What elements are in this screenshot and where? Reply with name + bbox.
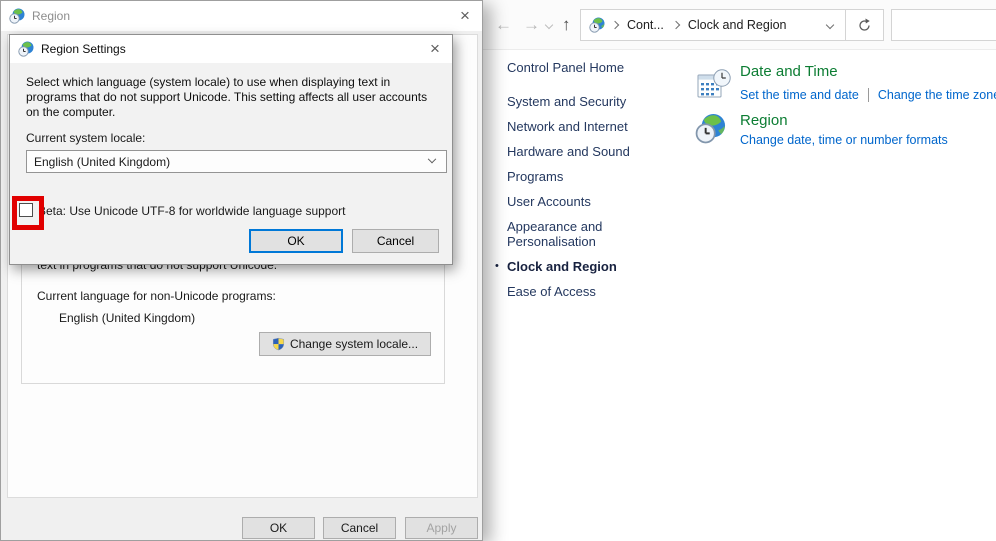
nav-programs[interactable]: Programs [507, 169, 659, 184]
explorer-toolbar: ← → ↑ Cont... Clock and Region [483, 0, 996, 50]
active-bullet-icon: • [495, 259, 499, 274]
region-settings-titlebar: Region Settings × [10, 35, 452, 63]
region-ok-button[interactable]: OK [242, 517, 315, 539]
region-settings-title: Region Settings [41, 42, 126, 56]
change-system-locale-label: Change system locale... [290, 337, 418, 351]
nav-hardware-and-sound[interactable]: Hardware and Sound [507, 144, 659, 159]
search-box[interactable] [891, 9, 996, 41]
back-icon[interactable]: ← [495, 13, 512, 37]
control-panel-nav: Control Panel Home System and Security N… [507, 60, 659, 309]
breadcrumb-root[interactable]: Cont... [623, 18, 668, 32]
region-settings-dialog: Region Settings × Select which language … [9, 34, 453, 265]
region-dialog: Region × text in programs that do not su… [0, 0, 483, 541]
forward-icon[interactable]: → [523, 13, 540, 37]
control-panel-icon [589, 17, 605, 33]
region-apply-button: Apply [405, 517, 478, 539]
region-settings-ok-button[interactable]: OK [249, 229, 343, 253]
nav-ease-of-access[interactable]: Ease of Access [507, 284, 659, 299]
up-icon[interactable]: ↑ [562, 13, 571, 37]
region-dialog-titlebar: Region × [1, 1, 482, 31]
section-region-title[interactable]: Region [740, 112, 788, 129]
breadcrumb-chevron-icon[interactable] [611, 21, 619, 29]
region-globe-icon [9, 8, 25, 24]
utf8-beta-checkbox[interactable] [19, 203, 33, 217]
region-icon[interactable] [695, 113, 726, 147]
region-settings-body: Select which language (system locale) to… [10, 63, 452, 264]
nav-clock-and-region[interactable]: • Clock and Region [507, 259, 659, 274]
nav-network-and-internet[interactable]: Network and Internet [507, 119, 659, 134]
region-cancel-button[interactable]: Cancel [323, 517, 396, 539]
link-change-time-zone[interactable]: Change the time zone [878, 88, 996, 102]
system-locale-dropdown[interactable]: English (United Kingdom) [26, 150, 447, 173]
region-globe-icon [18, 41, 34, 57]
region-settings-cancel-button[interactable]: Cancel [352, 229, 439, 253]
screenshot-root: ← → ↑ Cont... Clock and Region [0, 0, 996, 541]
section-date-and-time-title[interactable]: Date and Time [740, 63, 838, 80]
nav-system-and-security[interactable]: System and Security [507, 94, 659, 109]
utf8-beta-checkbox-label[interactable]: Beta: Use Unicode UTF-8 for worldwide la… [38, 204, 346, 218]
breadcrumb-chevron-icon[interactable] [672, 21, 680, 29]
address-bar[interactable]: Cont... Clock and Region [580, 9, 884, 41]
nav-control-panel-home[interactable]: Control Panel Home [507, 60, 659, 75]
search-input[interactable] [892, 10, 996, 40]
system-locale-value: English (United Kingdom) [34, 155, 170, 169]
change-system-locale-button[interactable]: Change system locale... [259, 332, 431, 356]
breadcrumb-current[interactable]: Clock and Region [684, 18, 791, 32]
nav-label: Clock and Region [507, 259, 617, 274]
link-separator [868, 88, 869, 102]
close-icon[interactable]: × [418, 35, 452, 63]
nav-appearance-personalisation[interactable]: Appearance and Personalisation [507, 219, 659, 249]
refresh-icon[interactable] [846, 18, 883, 33]
nav-user-accounts[interactable]: User Accounts [507, 194, 659, 209]
control-panel-window: ← → ↑ Cont... Clock and Region [483, 0, 996, 541]
region-links: Change date, time or number formats [740, 133, 948, 147]
current-language-value: English (United Kingdom) [59, 311, 195, 325]
chevron-down-icon [428, 154, 436, 162]
current-language-label: Current language for non-Unicode program… [37, 289, 276, 303]
address-dropdown-icon[interactable] [826, 21, 834, 29]
region-settings-description: Select which language (system locale) to… [26, 75, 442, 120]
history-chevron-icon[interactable] [545, 21, 553, 29]
date-time-icon[interactable] [697, 67, 731, 104]
system-locale-label: Current system locale: [26, 131, 145, 145]
region-dialog-title: Region [32, 9, 70, 23]
link-set-time-and-date[interactable]: Set the time and date [740, 88, 859, 102]
date-time-links: Set the time and date Change the time zo… [740, 88, 996, 102]
close-icon[interactable]: × [448, 1, 482, 31]
link-change-formats[interactable]: Change date, time or number formats [740, 133, 948, 147]
uac-shield-icon [272, 337, 285, 351]
